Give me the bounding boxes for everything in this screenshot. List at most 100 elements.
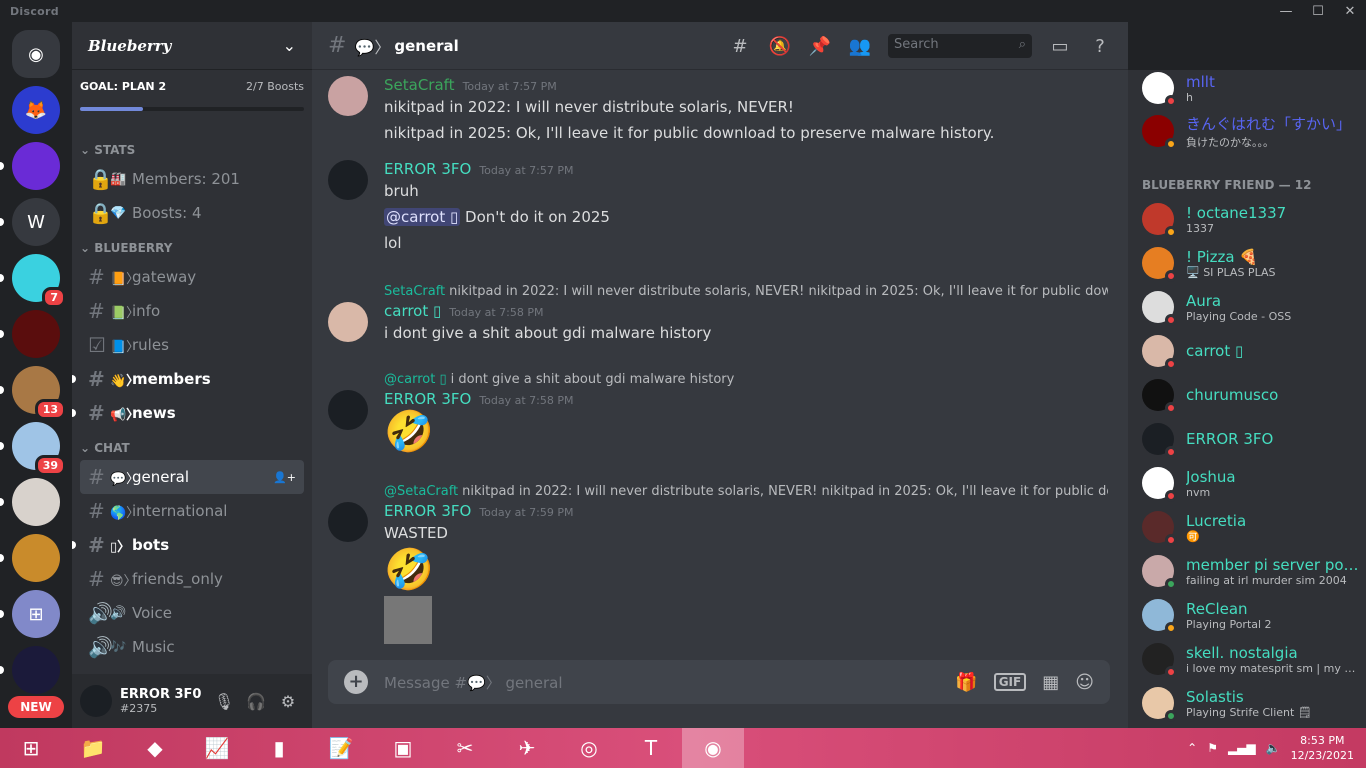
notepad-plus-icon[interactable]: 📝 bbox=[310, 728, 372, 768]
sticker-icon[interactable]: ▦ bbox=[1042, 672, 1059, 693]
member-list-icon[interactable]: 👥 bbox=[848, 36, 872, 57]
server-icon-windows-server[interactable]: ⊞ bbox=[12, 590, 60, 638]
flag-icon[interactable]: ⚑ bbox=[1207, 741, 1218, 755]
invite-icon[interactable]: 👤+ bbox=[273, 471, 296, 484]
inbox-icon[interactable]: ▭ bbox=[1048, 36, 1072, 57]
avatar[interactable] bbox=[328, 160, 368, 200]
server-icon-cloud-server[interactable]: 7 bbox=[12, 254, 66, 308]
channel-general[interactable]: # 💬〉 general 👤+ bbox=[80, 460, 304, 494]
virtualbox-icon[interactable]: ▣ bbox=[372, 728, 434, 768]
category-chat[interactable]: ⌄ CHAT bbox=[72, 436, 312, 460]
channel-gateway[interactable]: # 📙〉 gateway bbox=[80, 260, 304, 294]
maximize-icon[interactable]: ☐ bbox=[1302, 4, 1334, 19]
settings-gear-icon[interactable]: ⚙ bbox=[272, 692, 304, 711]
help-icon[interactable]: ? bbox=[1088, 36, 1112, 57]
member-item[interactable]: mllt h bbox=[1142, 70, 1362, 109]
channel-rules[interactable]: ☑ 📘〉 rules bbox=[80, 328, 304, 362]
clock[interactable]: 8:53 PM 12/23/2021 bbox=[1291, 733, 1354, 763]
message-author[interactable]: SetaCraft bbox=[384, 76, 455, 94]
server-icon-anime-server[interactable]: 39 bbox=[12, 422, 66, 476]
discord-taskbar-icon[interactable]: ◉ bbox=[682, 728, 744, 768]
member-item[interactable]: carrot ▯ bbox=[1142, 330, 1362, 372]
message-author[interactable]: ERROR 3FO bbox=[384, 160, 471, 178]
channel-bots[interactable]: # ▯〉 bots bbox=[72, 528, 304, 562]
server-header[interactable]: Blueberry ⌄ bbox=[72, 22, 312, 70]
channel-boosts-4[interactable]: 🔒 💎 Boosts: 4 bbox=[80, 196, 304, 230]
avatar[interactable] bbox=[328, 390, 368, 430]
headphones-icon[interactable]: 🎧 bbox=[240, 692, 272, 711]
reply-author[interactable]: @SetaCraft bbox=[384, 484, 458, 499]
task-manager-icon[interactable]: 📈 bbox=[186, 728, 248, 768]
member-item[interactable]: ERROR 3FO bbox=[1142, 418, 1362, 460]
member-item[interactable]: skell. nostalgia i love my matesprit sm |… bbox=[1142, 638, 1362, 680]
member-item[interactable]: きんぐはれむ「すかい」 負けたのかな。。。 bbox=[1142, 110, 1362, 152]
member-item[interactable]: Aura Playing Code - OSS bbox=[1142, 286, 1362, 328]
volume-icon[interactable]: 🔈 bbox=[1266, 741, 1281, 755]
terminal-icon[interactable]: ▮ bbox=[248, 728, 310, 768]
reply-author[interactable]: @carrot ▯ bbox=[384, 372, 447, 387]
notification-bell-icon[interactable]: 🔕 bbox=[768, 36, 792, 57]
threads-icon[interactable]: # bbox=[728, 36, 752, 57]
category-stats[interactable]: ⌄ STATS bbox=[72, 138, 312, 162]
channel-voice[interactable]: 🔊 🔊 Voice bbox=[80, 596, 304, 630]
attach-plus-icon[interactable]: + bbox=[344, 670, 368, 694]
network-icon[interactable]: ▂▄▆ bbox=[1228, 741, 1256, 755]
boost-goal[interactable]: GOAL: PLAN 2 2/7 Boosts bbox=[72, 70, 312, 132]
member-item[interactable]: Joshua nvm bbox=[1142, 462, 1362, 504]
reply-author[interactable]: SetaCraft bbox=[384, 284, 445, 299]
avatar[interactable] bbox=[328, 76, 368, 116]
minimize-icon[interactable]: — bbox=[1270, 4, 1302, 19]
close-icon[interactable]: ✕ bbox=[1334, 4, 1366, 19]
member-item[interactable]: Solastis Playing Strife Client 🗒 bbox=[1142, 682, 1362, 724]
channel-music[interactable]: 🔊 🎶 Music bbox=[80, 630, 304, 664]
member-item[interactable]: member pi server pon... failing at irl mu… bbox=[1142, 550, 1362, 592]
server-icon-w-server[interactable]: W bbox=[12, 198, 60, 246]
message-author[interactable]: ERROR 3FO bbox=[384, 390, 471, 408]
server-icon-red-server[interactable] bbox=[12, 310, 60, 358]
channel-international[interactable]: # 🌎〉 international bbox=[80, 494, 304, 528]
snipping-tool-icon[interactable]: ✂ bbox=[434, 728, 496, 768]
attachment-image[interactable] bbox=[384, 596, 432, 644]
message-author[interactable]: carrot ▯ bbox=[384, 302, 441, 320]
reply-reference[interactable]: @carrot ▯ i dont give a shit about gdi ma… bbox=[384, 368, 1108, 390]
chrome-icon[interactable]: ◎ bbox=[558, 728, 620, 768]
server-icon-cat-server[interactable] bbox=[12, 478, 60, 526]
member-item[interactable]: ReClean Playing Portal 2 bbox=[1142, 594, 1362, 636]
search-input[interactable]: Search ⌕ bbox=[888, 34, 1032, 58]
message-input[interactable]: Message #💬〉 general bbox=[384, 672, 939, 693]
channel-info[interactable]: # 📗〉 info bbox=[80, 294, 304, 328]
avatar[interactable] bbox=[80, 685, 112, 717]
channel-news[interactable]: # 📢〉 news bbox=[72, 396, 304, 430]
reply-reference[interactable]: SetaCraft nikitpad in 2022: I will never … bbox=[384, 280, 1108, 302]
category-blueberry[interactable]: ⌄ BLUEBERRY bbox=[72, 236, 312, 260]
user-mention[interactable]: @carrot ▯ bbox=[384, 208, 461, 226]
teams-icon[interactable]: T bbox=[620, 728, 682, 768]
visual-studio-icon[interactable]: ◆ bbox=[124, 728, 186, 768]
channel-members[interactable]: # 👋〉 members bbox=[72, 362, 304, 396]
server-icon-home[interactable]: ◉ bbox=[12, 30, 60, 78]
message-composer[interactable]: + Message #💬〉 general 🎁 GIF ▦ ☺ bbox=[328, 660, 1110, 704]
pin-icon[interactable]: 📌 bbox=[808, 36, 832, 57]
reply-reference[interactable]: @SetaCraft nikitpad in 2022: I will never… bbox=[384, 480, 1108, 502]
new-badge[interactable]: NEW bbox=[8, 696, 64, 718]
emoji-picker-icon[interactable]: ☺ bbox=[1075, 672, 1094, 693]
gif-button[interactable]: GIF bbox=[993, 673, 1027, 691]
server-icon-dog-server[interactable]: 13 bbox=[12, 366, 66, 420]
member-item[interactable]: Lucretia 🉑 bbox=[1142, 506, 1362, 548]
start-icon[interactable]: ⊞ bbox=[0, 728, 62, 768]
tray-chevron-icon[interactable]: ⌃ bbox=[1187, 741, 1197, 755]
channel-members-201[interactable]: 🔒 🏭 Members: 201 bbox=[80, 162, 304, 196]
server-icon-dark-server[interactable] bbox=[12, 646, 60, 694]
file-explorer-icon[interactable]: 📁 bbox=[62, 728, 124, 768]
server-icon-doge-server[interactable] bbox=[12, 534, 60, 582]
avatar[interactable] bbox=[328, 502, 368, 542]
channel-friends-only[interactable]: # 😎〉 friends_only bbox=[80, 562, 304, 596]
message-author[interactable]: ERROR 3FO bbox=[384, 502, 471, 520]
server-icon-firefox-server[interactable]: 🦊 bbox=[12, 86, 60, 134]
gift-icon[interactable]: 🎁 bbox=[955, 672, 977, 693]
avatar[interactable] bbox=[328, 302, 368, 342]
member-item[interactable]: ! octane1337 1337 bbox=[1142, 198, 1362, 240]
member-item[interactable]: churumusco bbox=[1142, 374, 1362, 416]
mute-mic-icon[interactable]: 🎙 bbox=[208, 692, 240, 711]
server-icon-purple-server[interactable] bbox=[12, 142, 60, 190]
